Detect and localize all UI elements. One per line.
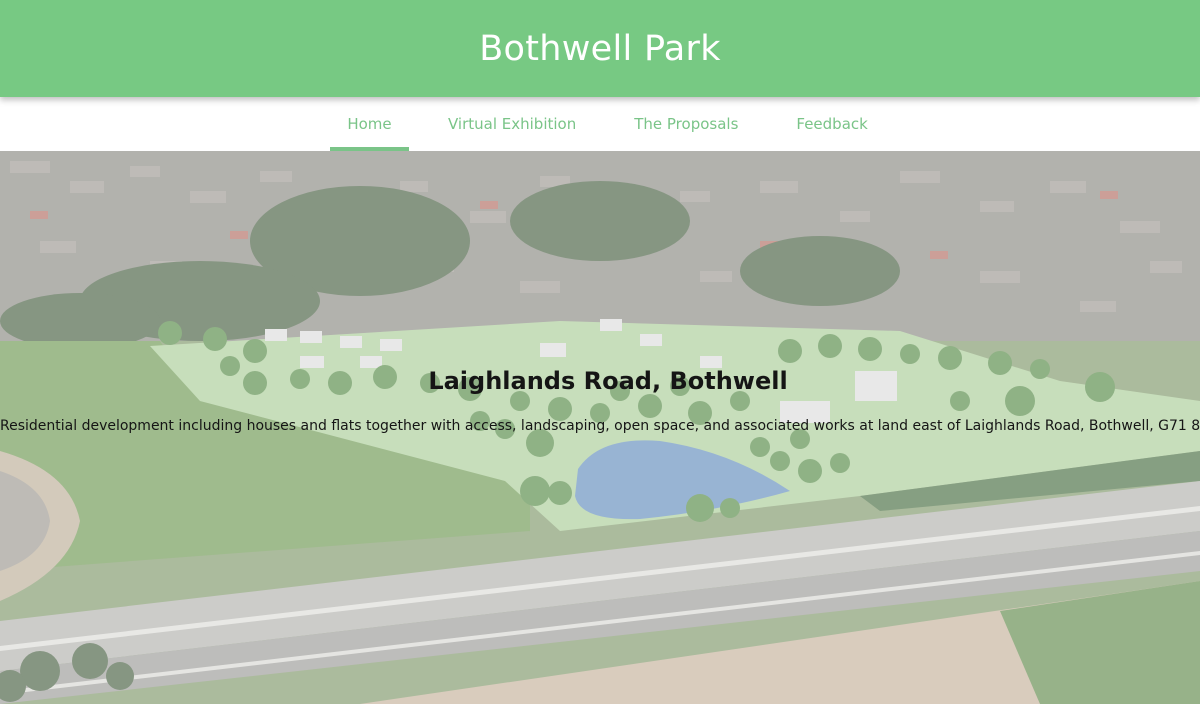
hero-heading: Laighlands Road, Bothwell: [428, 367, 788, 395]
main-nav: Home Virtual Exhibition The Proposals Fe…: [0, 97, 1200, 151]
hero-banner: Laighlands Road, Bothwell Residential de…: [0, 151, 1200, 704]
nav-list: Home Virtual Exhibition The Proposals Fe…: [330, 97, 868, 151]
nav-item-the-proposals[interactable]: The Proposals: [634, 97, 738, 151]
site-header: Bothwell Park: [0, 0, 1200, 97]
nav-item-feedback[interactable]: Feedback: [796, 97, 867, 151]
hero-description: Residential development including houses…: [0, 418, 1200, 434]
nav-item-virtual-exhibition[interactable]: Virtual Exhibition: [448, 97, 576, 151]
nav-item-home[interactable]: Home: [330, 97, 409, 151]
site-title: Bothwell Park: [479, 28, 721, 69]
